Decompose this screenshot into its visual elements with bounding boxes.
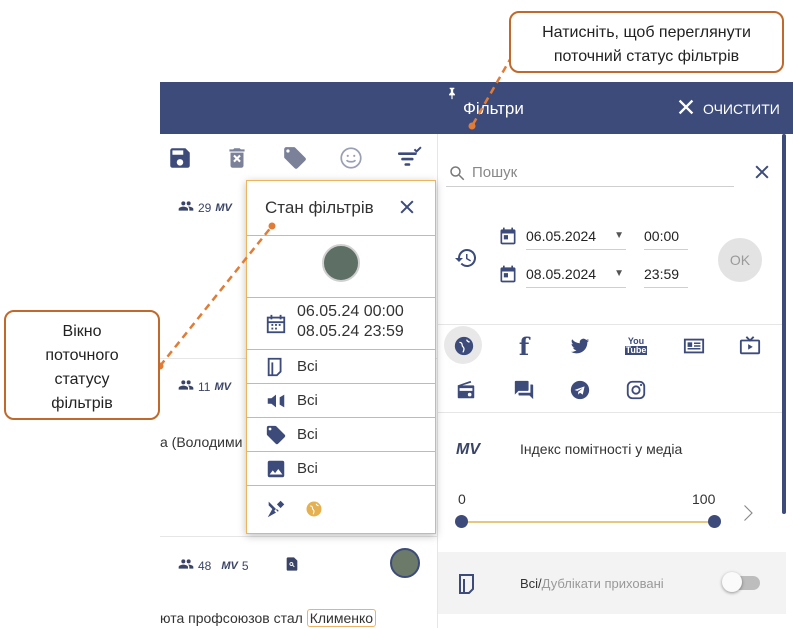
callout-window-hint: Вікно поточного статусу фільтрів — [4, 310, 160, 420]
connector-dot — [268, 222, 276, 230]
connector-top — [470, 55, 514, 127]
connector-dot — [468, 122, 476, 130]
callout-click-hint: Натисніть, щоб переглянути поточний стат… — [509, 11, 784, 73]
connector-left — [159, 225, 273, 367]
